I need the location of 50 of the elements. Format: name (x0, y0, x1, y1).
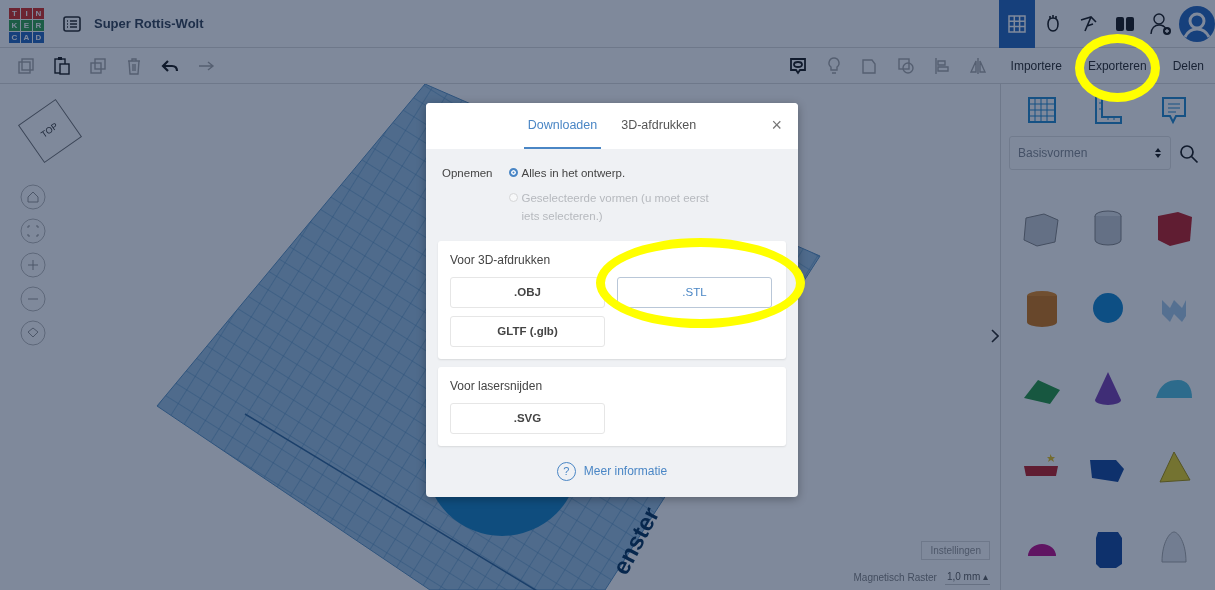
format-button[interactable]: .SVG (450, 402, 605, 434)
section-title: Voor lasersnijden (450, 377, 544, 395)
note-icon[interactable] (787, 55, 808, 76)
more-info-link[interactable]: Meer informatie (583, 462, 668, 481)
snap-grid-dropdown[interactable]: 1,0 mm ▴ (944, 569, 990, 585)
mirror-icon[interactable] (967, 55, 988, 76)
grid-icon[interactable] (1027, 95, 1057, 125)
zoom-in-icon[interactable] (20, 252, 46, 278)
note-icon[interactable] (1159, 95, 1189, 125)
fit-view-icon[interactable] (20, 218, 46, 244)
include-label: Opnemen (442, 166, 493, 181)
avatar-icon[interactable] (1179, 5, 1215, 42)
toolbar-button[interactable]: Importere (1003, 47, 1069, 84)
logo-letter: C (9, 31, 20, 43)
logo-letter: R (33, 19, 44, 31)
search-icon[interactable] (1179, 144, 1199, 164)
radio-label: Alles in het ontwerp. (521, 166, 627, 181)
section-title: Voor 3D-afdrukken (450, 251, 552, 269)
grid-icon (1007, 13, 1027, 34)
logo-letter: D (33, 31, 44, 43)
format-button[interactable]: .STL (617, 276, 772, 308)
add-user-icon[interactable] (1149, 11, 1173, 36)
chevron-right-icon[interactable] (991, 329, 999, 343)
dialog-tab[interactable]: Downloaden (523, 103, 602, 149)
ruler-icon[interactable] (1093, 95, 1123, 125)
format-button[interactable]: GLTF (.glb) (450, 315, 605, 347)
ungroup-icon[interactable] (895, 55, 916, 76)
logo-letter: K (9, 19, 20, 31)
design-title: Super Rottis-Wolt (94, 14, 204, 33)
logo-letter: E (21, 19, 32, 31)
perspective-icon[interactable] (20, 320, 46, 346)
home-icon[interactable] (20, 184, 46, 210)
dialog-tab[interactable]: 3D-afdrukken (617, 103, 701, 149)
snap-grid-label: Magnetisch Raster (853, 570, 937, 585)
category-select[interactable]: Basisvormen (1009, 136, 1171, 170)
logo-letter: I (21, 7, 32, 19)
close-button[interactable]: × (771, 115, 782, 135)
logo-letter: T (9, 7, 20, 19)
toolbar-button[interactable]: Delen (1165, 47, 1211, 84)
logo-letter: A (21, 31, 32, 43)
list-icon[interactable] (63, 15, 81, 32)
zoom-out-icon[interactable] (20, 286, 46, 312)
toolbar-button[interactable]: Exporteren (1080, 47, 1154, 84)
logo-letter: N (33, 7, 44, 19)
view-cube[interactable]: TOP (17, 98, 83, 164)
duplicate-icon[interactable] (88, 55, 108, 76)
radio-button[interactable] (508, 168, 518, 177)
copy-icon[interactable] (16, 55, 36, 76)
sort-arrows-icon (1154, 147, 1162, 159)
paste-icon[interactable] (52, 55, 72, 76)
